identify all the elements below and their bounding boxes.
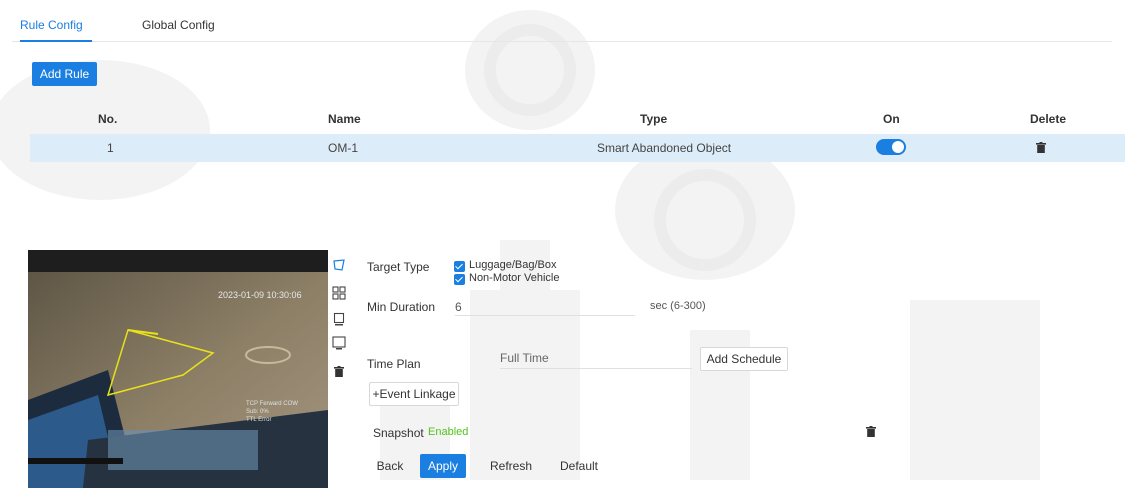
rule-number: 1 bbox=[107, 141, 114, 155]
tabs-divider bbox=[12, 41, 1112, 42]
refresh-button[interactable]: Refresh bbox=[486, 454, 536, 478]
delete-rule-icon[interactable] bbox=[1036, 142, 1046, 153]
snapshot-label: Snapshot bbox=[373, 426, 424, 440]
draw-target-filter-icon[interactable] bbox=[332, 286, 346, 300]
apply-button[interactable]: Apply bbox=[420, 454, 466, 478]
column-header-delete: Delete bbox=[1030, 112, 1067, 126]
min-duration-unit: sec (6-300) bbox=[650, 300, 706, 312]
event-linkage-button[interactable]: +Event Linkage bbox=[369, 382, 459, 406]
non-motor-vehicle-option-label: Non-Motor Vehicle bbox=[469, 272, 560, 284]
rule-enable-toggle[interactable] bbox=[876, 139, 906, 155]
video-scene bbox=[28, 250, 328, 488]
draw-rule-icon[interactable] bbox=[332, 258, 346, 272]
delete-icon[interactable] bbox=[334, 366, 344, 377]
time-plan-select[interactable]: Full Time bbox=[500, 351, 692, 369]
add-rule-button[interactable]: Add Rule bbox=[32, 62, 97, 86]
column-header-type: Type bbox=[640, 112, 668, 126]
osd-line: TCP Ferward COW bbox=[246, 401, 298, 407]
tab-global-config[interactable]: Global Config bbox=[142, 18, 215, 32]
default-button[interactable]: Default bbox=[554, 454, 604, 478]
time-plan-value: Full Time bbox=[500, 351, 549, 365]
table-row[interactable] bbox=[30, 134, 1125, 162]
tab-rule-config[interactable]: Rule Config bbox=[20, 18, 83, 32]
toggle-knob bbox=[892, 141, 904, 153]
column-header-on: On bbox=[883, 112, 900, 126]
draw-min-size-icon[interactable] bbox=[332, 312, 346, 326]
luggage-checkbox[interactable] bbox=[454, 261, 465, 272]
time-plan-label: Time Plan bbox=[367, 357, 421, 371]
rule-type: Smart Abandoned Object bbox=[597, 141, 732, 155]
snapshot-status: Enabled bbox=[428, 426, 469, 438]
luggage-option-label: Luggage/Bag/Box bbox=[469, 259, 557, 271]
osd-line: TTL Error bbox=[246, 417, 272, 423]
column-header-no: No. bbox=[98, 112, 118, 126]
column-header-name: Name bbox=[328, 112, 361, 126]
min-duration-input[interactable] bbox=[455, 298, 635, 316]
non-motor-vehicle-checkbox[interactable] bbox=[454, 274, 465, 285]
rule-name: OM-1 bbox=[328, 141, 358, 155]
draw-max-size-icon[interactable] bbox=[332, 336, 346, 350]
target-type-label: Target Type bbox=[367, 260, 430, 274]
video-preview[interactable]: 2023-01-09 10:30:06 TCP Ferward COW Sub:… bbox=[28, 250, 328, 488]
delete-snapshot-icon[interactable] bbox=[866, 426, 876, 437]
video-osd-overlay: TCP Ferward COW Sub: 0% TTL Error bbox=[246, 400, 298, 424]
min-duration-label: Min Duration bbox=[367, 300, 436, 314]
osd-line: Sub: 0% bbox=[246, 409, 269, 415]
back-button[interactable]: Back bbox=[370, 454, 410, 478]
add-schedule-button[interactable]: Add Schedule bbox=[700, 347, 788, 371]
video-timestamp: 2023-01-09 10:30:06 bbox=[218, 290, 302, 300]
active-tab-indicator bbox=[20, 40, 92, 42]
